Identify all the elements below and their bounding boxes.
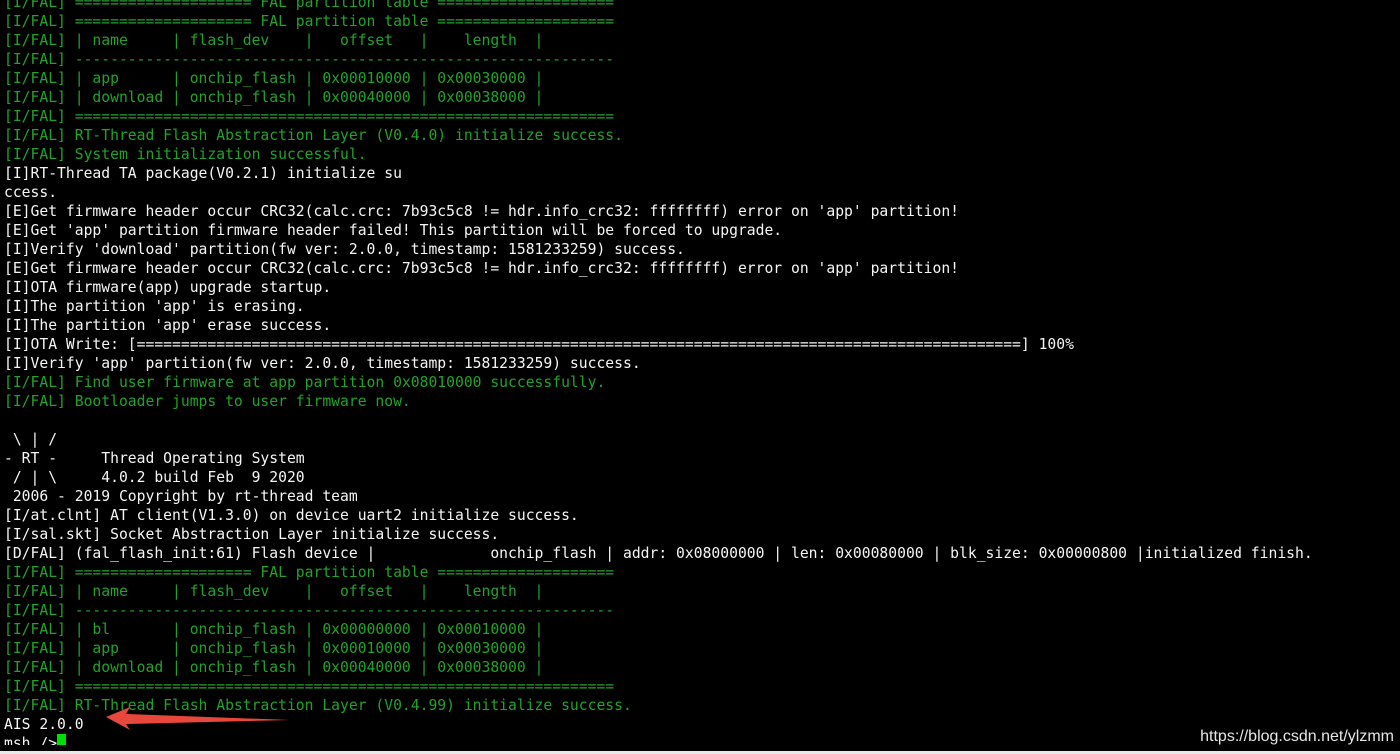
log-line: [D/FAL] (fal_flash_init:61) Flash device… [4,545,1313,562]
rt-thread-logo-line: / | \ 4.0.2 build Feb 9 2020 [4,469,305,486]
log-line: [I/FAL] | download | onchip_flash | 0x00… [4,659,544,676]
log-line: [I/FAL] --------------------------------… [4,51,615,68]
log-line: [I]OTA firmware(app) upgrade startup. [4,279,332,296]
log-line: [I/FAL] | bl | onchip_flash | 0x00000000… [4,621,544,638]
log-line: [I/FAL] | name | flash_dev | offset | le… [4,583,544,600]
log-line: [I/FAL] Bootloader jumps to user firmwar… [4,393,411,410]
log-line: [I/FAL] RT-Thread Flash Abstraction Laye… [4,127,623,144]
log-line: [I/sal.skt] Socket Abstraction Layer ini… [4,526,500,543]
log-line: [I]Verify 'download' partition(fw ver: 2… [4,241,685,258]
log-line: [I/FAL] ================================… [4,678,615,695]
cursor-block [57,734,67,745]
log-line: [I]The partition 'app' erase success. [4,317,332,334]
rt-thread-logo-line: \ | / [4,431,58,448]
log-line: [I/FAL] --------------------------------… [4,602,615,619]
log-line: [I/FAL] | app | onchip_flash | 0x0001000… [4,70,544,87]
log-line: [I/FAL] ==================== FAL partiti… [4,13,615,30]
log-line: [E]Get firmware header occur CRC32(calc.… [4,260,960,277]
log-line: [I/FAL] ==================== FAL partiti… [4,564,615,581]
log-line: ccess. [4,184,58,201]
log-line: [I/FAL] | app | onchip_flash | 0x0001000… [4,640,544,657]
log-line: [I/at.clnt] AT client(V1.3.0) on device … [4,507,579,524]
log-line: [E]Get firmware header occur CRC32(calc.… [4,203,960,220]
shell-prompt: msh /> [4,735,58,745]
ota-progress-line: [I]OTA Write: [=========================… [4,336,1074,353]
log-line: [I/FAL] ================================… [4,108,615,125]
log-line: [I/FAL] Find user firmware at app partit… [4,374,606,391]
log-line: [I]RT-Thread TA package(V0.2.1) initiali… [4,165,402,182]
log-line: [I]Verify 'app' partition(fw ver: 2.0.0,… [4,355,641,372]
log-line: [I/FAL] | name | flash_dev | offset | le… [4,32,544,49]
log-line: [E]Get 'app' partition firmware header f… [4,222,783,239]
log-line: [I/FAL] System initialization successful… [4,146,367,163]
log-line: [I/FAL] | download | onchip_flash | 0x00… [4,89,544,106]
terminal-output[interactable]: [I/FAL] ==================== FAL partiti… [4,0,1396,745]
copyright-line: 2006 - 2019 Copyright by rt-thread team [4,488,358,505]
watermark: https://blog.csdn.net/ylzmm [1200,728,1394,745]
rt-thread-logo-line: - RT - Thread Operating System [4,450,305,467]
red-arrow-annotation [106,707,290,730]
shell-prompt-line[interactable]: msh /> [4,734,1396,745]
log-line: [I/FAL] ==================== FAL partiti… [4,0,615,11]
log-line: [I]The partition 'app' is erasing. [4,298,305,315]
